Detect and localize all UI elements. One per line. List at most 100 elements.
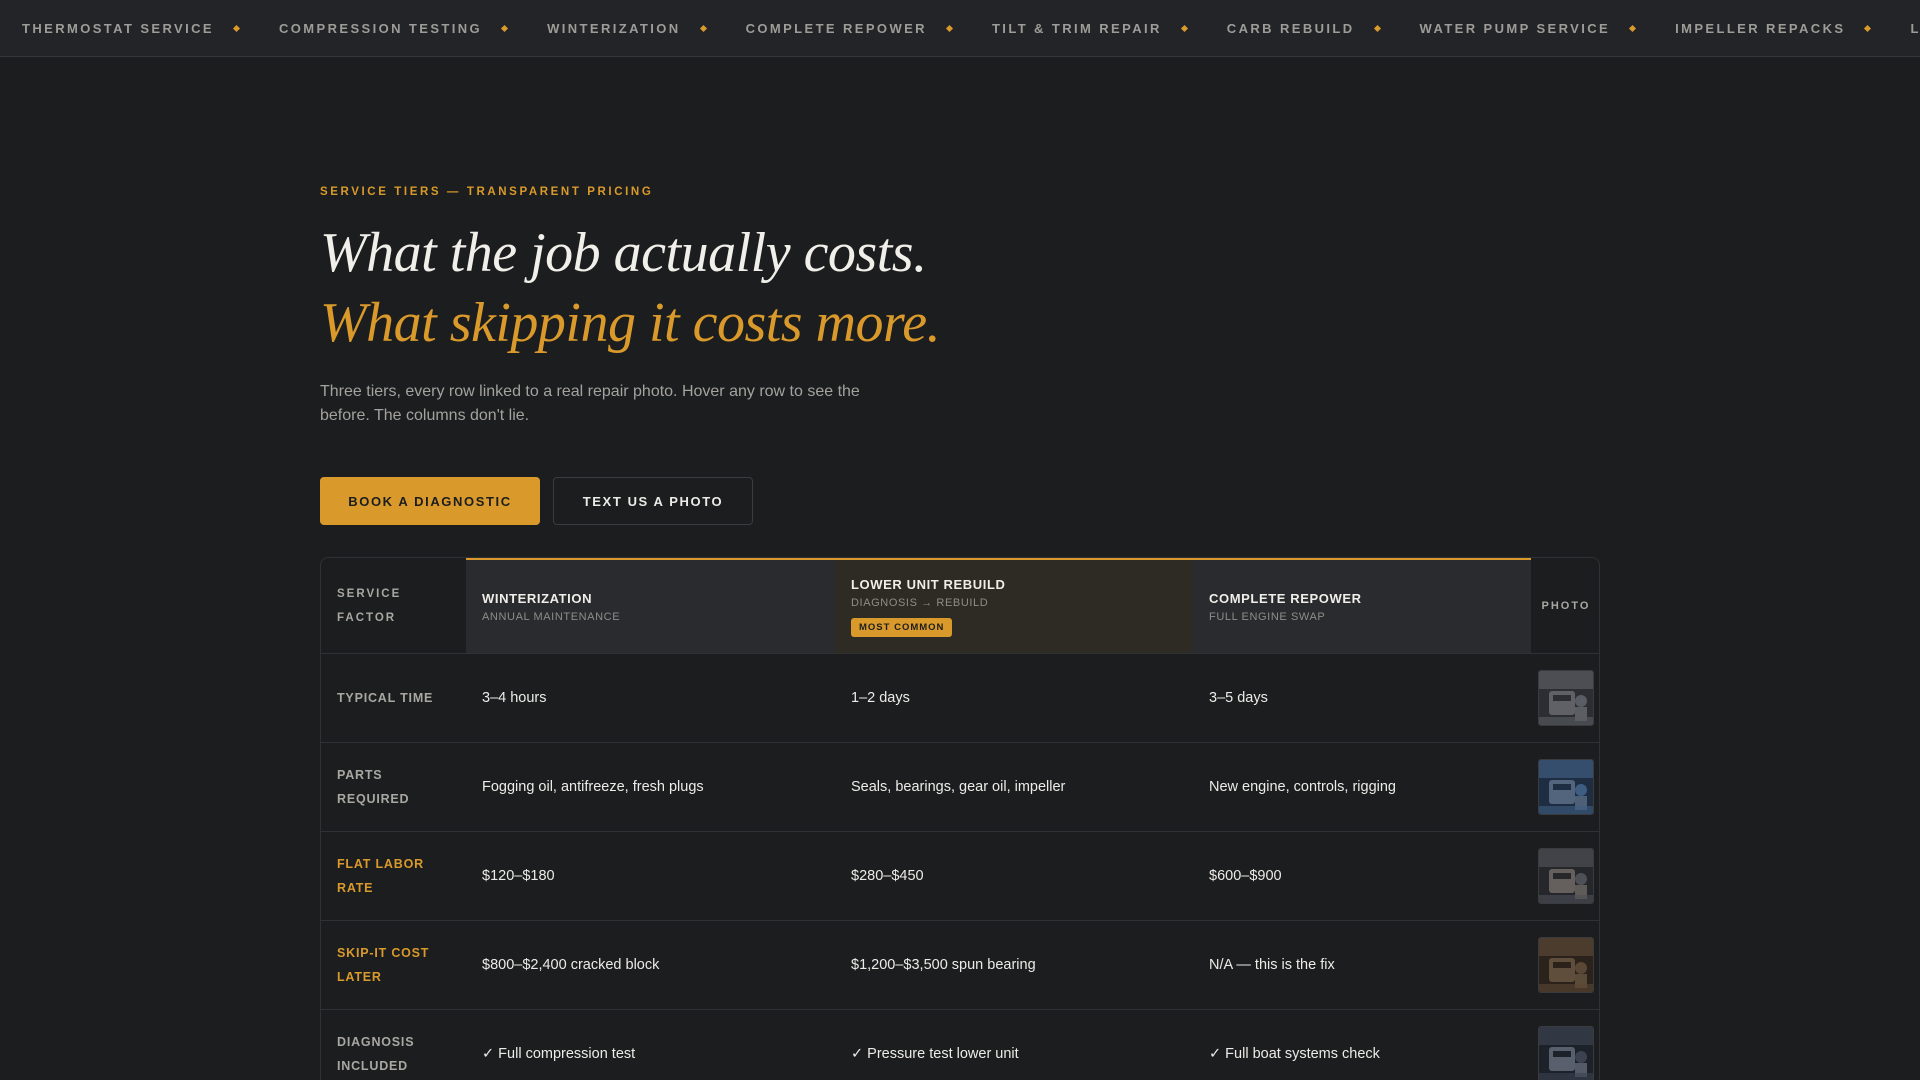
ticker-item-label: IMPELLER REPACKS xyxy=(1675,21,1846,36)
cell-value: Seals, bearings, gear oil, impeller xyxy=(851,779,1066,795)
cell-value: ✓ Pressure test lower unit xyxy=(851,1046,1019,1062)
value-cell: N/A — this is the fix xyxy=(1193,921,1531,1009)
diamond-separator-icon xyxy=(699,24,707,33)
factor-label: TYPICAL TIME xyxy=(337,691,434,705)
mechanic-photo-icon[interactable] xyxy=(1538,848,1594,904)
value-cell: $280–$450 xyxy=(835,832,1193,920)
table-header-row: SERVICE FACTOR WINTERIZATION ANNUAL MAIN… xyxy=(321,558,1599,654)
value-cell: 3–5 days xyxy=(1193,654,1531,742)
tier-subtitle: ANNUAL MAINTENANCE xyxy=(482,610,621,623)
value-cell: Fogging oil, antifreeze, fresh plugs xyxy=(466,743,835,831)
hero-description: Three tiers, every row linked to a real … xyxy=(320,383,860,424)
ticker-item-label: CARB REBUILD xyxy=(1226,21,1355,36)
diamond-separator-icon xyxy=(945,24,954,33)
diamond-separator-icon xyxy=(232,24,241,33)
photo-cell xyxy=(1531,654,1599,742)
ticker-item-label: COMPRESSION TESTING xyxy=(279,21,483,36)
ticker-item-label: WATER PUMP SERVICE xyxy=(1419,21,1611,36)
tier-header-winterization: WINTERIZATION ANNUAL MAINTENANCE xyxy=(466,558,835,653)
ticker-item[interactable]: WINTERIZATION xyxy=(547,21,707,36)
cell-value: 3–5 days xyxy=(1209,690,1268,706)
diamond-separator-icon xyxy=(1629,24,1637,33)
factor-cell: SKIP-IT COST LATER xyxy=(321,921,466,1009)
factor-label: PARTS REQUIRED xyxy=(337,768,410,806)
cell-value: $1,200–$3,500 spun bearing xyxy=(851,957,1036,973)
table-row[interactable]: PARTS REQUIRED Fogging oil, antifreeze, f… xyxy=(321,743,1599,832)
cell-value: $280–$450 xyxy=(851,868,924,884)
tier-name: WINTERIZATION xyxy=(482,590,593,606)
ticker-item[interactable]: IMPELLER REPACKS xyxy=(1675,21,1872,36)
cell-value: 3–4 hours xyxy=(482,690,547,706)
parts-photo-icon[interactable] xyxy=(1538,759,1594,815)
diagnostics-photo-icon[interactable] xyxy=(1538,1026,1594,1080)
ticker-track: THERMOSTAT SERVICE COMPRESSION TESTING WIN… xyxy=(0,0,1920,56)
value-cell: 1–2 days xyxy=(835,654,1193,742)
engine-photo-icon[interactable] xyxy=(1538,670,1594,726)
photo-cell xyxy=(1531,921,1599,1009)
text-us-photo-button[interactable]: TEXT US A PHOTO xyxy=(553,477,753,525)
ticker-item-label: COMPLETE REPOWER xyxy=(745,21,927,36)
ticker-item-label: LOWER xyxy=(1910,21,1920,36)
factor-cell: PARTS REQUIRED xyxy=(321,743,466,831)
cell-value: Fogging oil, antifreeze, fresh plugs xyxy=(482,779,704,795)
ticker-item[interactable]: COMPLETE REPOWER xyxy=(745,21,954,36)
ticker-item[interactable]: THERMOSTAT SERVICE xyxy=(22,21,241,36)
photo-cell xyxy=(1531,743,1599,831)
page-headline: What the job actually costs. What skippi… xyxy=(320,218,941,358)
tier-subtitle: FULL ENGINE SWAP xyxy=(1209,610,1326,623)
factor-cell: DIAGNOSIS INCLUDED xyxy=(321,1010,466,1080)
ticker-item-label: WINTERIZATION xyxy=(547,21,681,36)
damage-photo-icon[interactable] xyxy=(1538,937,1594,993)
diamond-separator-icon xyxy=(1864,24,1872,33)
headline-line-1: What the job actually costs. xyxy=(320,222,927,284)
cell-value: 1–2 days xyxy=(851,690,910,706)
ticker-item[interactable]: TILT & TRIM REPAIR xyxy=(991,21,1188,36)
pricing-table: SERVICE FACTOR WINTERIZATION ANNUAL MAIN… xyxy=(320,557,1600,1080)
photo-header-label: PHOTO xyxy=(1541,599,1591,612)
value-cell: ✓ Full compression test xyxy=(466,1010,835,1080)
cell-value: ✓ Full compression test xyxy=(482,1046,636,1062)
factor-cell: TYPICAL TIME xyxy=(321,654,466,742)
value-cell: Seals, bearings, gear oil, impeller xyxy=(835,743,1193,831)
tier-name: COMPLETE REPOWER xyxy=(1209,590,1362,606)
services-ticker: THERMOSTAT SERVICE COMPRESSION TESTING WIN… xyxy=(0,0,1920,57)
value-cell: $800–$2,400 cracked block xyxy=(466,921,835,1009)
photo-header-cell: PHOTO xyxy=(1531,558,1599,653)
headline-line-2: What skipping it costs more. xyxy=(320,292,941,354)
ticker-item[interactable]: WATER PUMP SERVICE xyxy=(1419,21,1637,36)
book-diagnostic-button[interactable]: BOOK A DIAGNOSTIC xyxy=(320,477,540,525)
photo-cell xyxy=(1531,1010,1599,1080)
tier-subtitle: DIAGNOSIS → REBUILD xyxy=(851,596,989,609)
value-cell: New engine, controls, rigging xyxy=(1193,743,1531,831)
tier-header-lower-unit-rebuild: LOWER UNIT REBUILD DIAGNOSIS → REBUILD M… xyxy=(835,558,1193,653)
factor-label: SKIP-IT COST LATER xyxy=(337,946,430,984)
value-cell: $1,200–$3,500 spun bearing xyxy=(835,921,1193,1009)
cell-value: $120–$180 xyxy=(482,868,555,884)
table-row[interactable]: DIAGNOSIS INCLUDED ✓ Full compression tes… xyxy=(321,1010,1599,1080)
ticker-item[interactable]: COMPRESSION TESTING xyxy=(279,21,509,36)
value-cell: 3–4 hours xyxy=(466,654,835,742)
diamond-separator-icon xyxy=(1373,24,1381,33)
tier-name: LOWER UNIT REBUILD xyxy=(851,576,1006,592)
value-cell: $600–$900 xyxy=(1193,832,1531,920)
cell-value: N/A — this is the fix xyxy=(1209,957,1335,973)
cell-value: New engine, controls, rigging xyxy=(1209,779,1396,795)
factor-cell: FLAT LABOR RATE xyxy=(321,832,466,920)
cell-value: ✓ Full boat systems check xyxy=(1209,1046,1380,1062)
table-row[interactable]: FLAT LABOR RATE $120–$180 $280–$450 $600–$9… xyxy=(321,832,1599,921)
ticker-item-label: TILT & TRIM REPAIR xyxy=(991,21,1162,36)
value-cell: $120–$180 xyxy=(466,832,835,920)
factor-label: DIAGNOSIS INCLUDED xyxy=(337,1035,415,1073)
ticker-item-label: THERMOSTAT SERVICE xyxy=(22,21,214,36)
ticker-item[interactable]: LOWER xyxy=(1910,21,1920,36)
photo-cell xyxy=(1531,832,1599,920)
diamond-separator-icon xyxy=(1180,24,1188,33)
table-row[interactable]: SKIP-IT COST LATER $800–$2,400 cracked bl… xyxy=(321,921,1599,1010)
cell-value: $800–$2,400 cracked block xyxy=(482,957,660,973)
factor-label: FLAT LABOR RATE xyxy=(337,857,424,895)
value-cell: ✓ Full boat systems check xyxy=(1193,1010,1531,1080)
diamond-separator-icon xyxy=(501,24,509,33)
ticker-item[interactable]: CARB REBUILD xyxy=(1226,21,1381,36)
tier-header-complete-repower: COMPLETE REPOWER FULL ENGINE SWAP xyxy=(1193,558,1531,653)
table-row[interactable]: TYPICAL TIME 3–4 hours 1–2 days 3–5 days xyxy=(321,654,1599,743)
